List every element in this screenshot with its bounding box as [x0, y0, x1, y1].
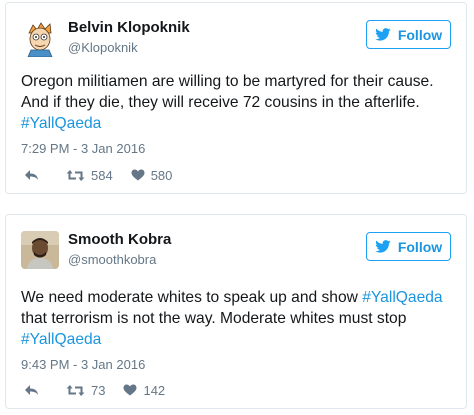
follow-button-label: Follow — [397, 238, 443, 255]
like-button[interactable]: 580 — [131, 167, 173, 183]
hashtag-link[interactable]: #YallQaeda — [21, 115, 101, 132]
avatar-image — [21, 231, 59, 269]
twitter-bird-icon — [375, 240, 391, 253]
author-handle[interactable]: @Klopoknik — [68, 40, 138, 55]
avatar[interactable] — [21, 231, 59, 269]
follow-button[interactable]: Follow — [366, 20, 451, 49]
retweet-count: 73 — [91, 382, 106, 398]
reply-button[interactable] — [24, 169, 56, 181]
like-button[interactable]: 142 — [123, 383, 165, 398]
like-count: 580 — [150, 167, 173, 183]
retweet-icon — [66, 169, 85, 181]
retweet-button[interactable]: 584 — [66, 168, 113, 183]
twitter-bird-icon — [375, 28, 391, 41]
hashtag-link[interactable]: #YallQaeda — [362, 289, 442, 306]
avatar[interactable] — [21, 19, 59, 57]
hashtag-link[interactable]: #YallQaeda — [21, 331, 101, 348]
tweet-card: Belvin Klopoknik @Klopoknik Follow Orego… — [5, 2, 467, 194]
follow-button-label: Follow — [397, 26, 443, 43]
tweet-actions: 73 142 — [24, 380, 165, 400]
tweet-text-body: that terrorism is not the way. Moderate … — [21, 310, 407, 327]
author-name[interactable]: Belvin Klopoknik — [68, 19, 190, 36]
retweet-button[interactable]: 73 — [66, 383, 105, 398]
heart-icon — [123, 384, 137, 396]
author-name[interactable]: Smooth Kobra — [68, 231, 171, 248]
tweet-actions: 584 580 — [24, 165, 172, 185]
follow-button[interactable]: Follow — [366, 232, 451, 261]
tweet-text-body: We need moderate whites to speak up and … — [21, 289, 363, 306]
tweet-text: Oregon militiamen are willing to be mart… — [21, 71, 454, 134]
avatar-image — [21, 19, 59, 57]
tweet-text-body: Oregon militiamen are willing to be mart… — [21, 73, 434, 111]
tweet-text: We need moderate whites to speak up and … — [21, 287, 454, 350]
retweet-count: 584 — [91, 167, 113, 183]
reply-button[interactable] — [24, 384, 56, 396]
tweet-timestamp[interactable]: 9:43 PM - 3 Jan 2016 — [21, 357, 145, 372]
like-count: 142 — [143, 382, 166, 398]
reply-icon — [25, 170, 38, 180]
tweet-timestamp[interactable]: 7:29 PM - 3 Jan 2016 — [21, 141, 145, 156]
reply-icon — [25, 385, 38, 395]
author-handle[interactable]: @smoothkobra — [68, 252, 156, 267]
tweet-card: Smooth Kobra @smoothkobra Follow We need… — [5, 214, 467, 409]
retweet-icon — [66, 384, 85, 396]
heart-icon — [131, 169, 145, 181]
